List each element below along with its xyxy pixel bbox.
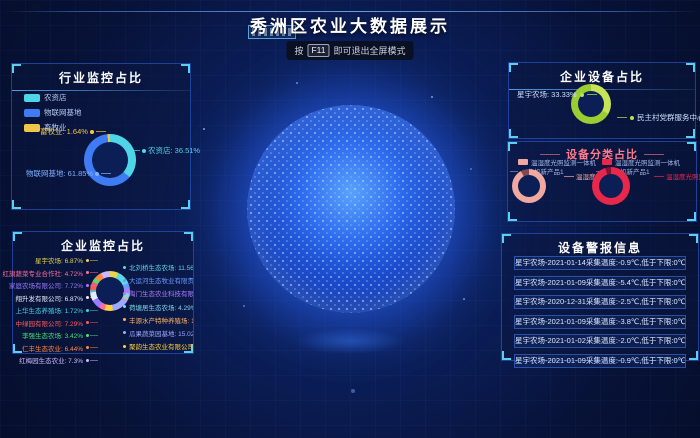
series-dot <box>123 266 126 269</box>
alarm-row: 星宇农场-2021-01-09采集温度:-0.9℃,低于下限:0℃ <box>514 354 686 368</box>
callout-dot <box>630 116 634 120</box>
legend-label: 物联网基地 <box>44 107 82 118</box>
title-underline <box>12 90 190 91</box>
device-right-donut-chart[interactable] <box>592 167 630 205</box>
title-side-line <box>540 154 560 155</box>
callout-line <box>564 176 574 177</box>
panel-device-alarms: 设备警报信息 星宇农场-2021-01-14采集温度:-0.9℃,低于下限:0℃… <box>501 233 699 361</box>
panel-industry-monitor: 行业监控占比 农资店 物联网基地 畜牧业 畜牧业: 1.64% <box>11 63 191 210</box>
callout-line <box>617 117 627 118</box>
callout-label: 星宇农场: 33.33% <box>517 89 577 100</box>
title-side-line <box>644 154 664 155</box>
globe-visual <box>247 105 455 313</box>
series-label: 翔升发有限公司: 6.87% <box>15 293 89 303</box>
tooltip-prefix: 按 <box>294 44 303 57</box>
series-dot <box>86 346 89 349</box>
panel-equipment-ratio: 企业设备占比 星宇农场: 33.33% 民主村党群服务中心: <box>508 62 696 139</box>
series-label: 荷塘居生态农场: 4.29% <box>123 302 193 312</box>
callout-dot <box>142 149 146 153</box>
background-stars <box>0 0 2 2</box>
legend-swatch <box>518 159 528 165</box>
panel-device-category: 设备分类占比 温湿度光照监测一体机 一体机新产品1 温湿度光照监测一 温湿度光照… <box>507 141 697 222</box>
device-left-donut-chart[interactable] <box>512 169 546 203</box>
callout-dot <box>90 130 94 134</box>
series-label: 陶门生态农业科技有限公 <box>123 288 193 298</box>
series-dot <box>86 296 89 299</box>
industry-panel-title: 行业监控占比 <box>12 64 190 86</box>
alarms-panel-title: 设备警报信息 <box>502 234 698 256</box>
series-dot <box>86 334 89 337</box>
legend-swatch <box>24 124 40 132</box>
series-dot <box>123 331 126 334</box>
legend-item-iot[interactable]: 物联网基地 <box>24 107 82 118</box>
series-label: 大运河生态牧业有限责任公 <box>123 275 193 285</box>
series-label: 李强生态农场: 3.42% <box>22 330 89 340</box>
callout-label: 民主村党群服务中心: <box>637 112 700 123</box>
series-dot <box>86 259 89 262</box>
legend-swatch <box>24 94 40 102</box>
legend-label: 农资店 <box>44 92 67 103</box>
series-label: 北刘桥生态农场: 11.56% <box>123 262 193 272</box>
enterprise-panel-title: 企业监控占比 <box>13 232 193 254</box>
callout-label: 温湿度光照监测一 <box>666 171 700 181</box>
enterprise-left-labels: 星宇农场: 6.87% 红旗蔬菜专业合作社: 4.72% 家庭农场有限公司: 7… <box>15 255 89 365</box>
callout-xingyu-farm: 星宇农场: 33.33% <box>517 89 597 100</box>
callout-livestock: 畜牧业: 1.64% <box>40 126 106 137</box>
legend-swatch <box>602 159 612 165</box>
callout-label: 物联网基地: 61.85% <box>26 168 93 179</box>
series-label: 聚韵生态农业有限公司: 6.87% <box>123 341 193 351</box>
dashboard-root: 秀洲区农业大数据展示 按 F11 即可退出全屏模式 行业监控占比 农资店 物联网… <box>0 0 700 438</box>
alarm-row: 星宇农场-2021-01-09采集温度:-5.4℃,低于下限:0℃ <box>514 276 686 290</box>
alarm-row: 星宇农场-2021-01-09采集温度:-3.8℃,低于下限:0℃ <box>514 315 686 329</box>
alarm-row: 星宇农场-2021-01-02采集温度:-2.0℃,低于下限:0℃ <box>514 334 686 348</box>
series-dot <box>86 284 89 287</box>
series-label: 丰源水产特种养殖场: 1. <box>123 315 193 325</box>
callout-line <box>96 131 106 132</box>
callout-line <box>654 176 664 177</box>
legend-item-store[interactable]: 农资店 <box>24 92 82 103</box>
series-dot <box>123 345 126 348</box>
series-label: 家庭农场有限公司: 7.72% <box>9 280 89 290</box>
equipment-panel-title: 企业设备占比 <box>509 63 695 85</box>
series-dot <box>86 359 89 362</box>
series-label: 上华生态养殖场: 1.72% <box>15 305 89 315</box>
legend-line <box>510 171 518 172</box>
callout-dot <box>580 93 584 97</box>
series-label: 红梅园生态农业: 7.3% <box>19 355 89 365</box>
callout-dot <box>95 172 99 176</box>
callout-service-center: 民主村党群服务中心: <box>617 112 700 123</box>
f11-keycap: F11 <box>307 44 329 57</box>
series-dot <box>86 321 89 324</box>
device-right-callout: 温湿度光照监测一 <box>654 171 700 181</box>
series-dot <box>123 305 126 308</box>
callout-line <box>587 94 597 95</box>
callout-store: 农资店: 36.51% <box>130 145 200 156</box>
enterprise-right-labels: 北刘桥生态农场: 11.56% 大运河生态牧业有限责任公 陶门生态农业科技有限公… <box>123 262 193 351</box>
legend-swatch <box>24 109 40 117</box>
fullscreen-tooltip: 按 F11 即可退出全屏模式 <box>286 41 413 60</box>
alarm-list: 星宇农场-2021-01-14采集温度:-0.9℃,低于下限:0℃ 星宇农场-2… <box>514 256 686 373</box>
tooltip-suffix: 即可退出全屏模式 <box>334 44 406 57</box>
callout-line <box>101 173 111 174</box>
alarm-row: 星宇农场-2020-12-31采集温度:-2.5℃,低于下限:0℃ <box>514 295 686 309</box>
callout-label: 农资店: 36.51% <box>148 145 200 156</box>
globe-dot-map <box>247 105 455 313</box>
series-label: 中绿园有限公司: 7.29% <box>15 318 89 328</box>
series-label: 星宇农场: 6.87% <box>35 255 89 265</box>
series-dot <box>123 279 126 282</box>
callout-iot: 物联网基地: 61.85% <box>26 168 111 179</box>
panel-enterprise-monitor: 企业监控占比 星宇农场: 6.87% 红旗蔬菜专业合作社: 4.72% 家庭农场… <box>12 231 194 354</box>
series-dot <box>86 309 89 312</box>
series-label: 瓜果蔬菜园基地: 15.02% <box>123 328 193 338</box>
alarm-row: 星宇农场-2021-01-14采集温度:-0.9℃,低于下限:0℃ <box>514 256 686 270</box>
series-dot <box>123 292 126 295</box>
series-dot <box>123 318 126 321</box>
series-label: 仁丰生态农业: 6.44% <box>22 343 89 353</box>
callout-label: 畜牧业: 1.64% <box>40 126 88 137</box>
series-label: 红旗蔬菜专业合作社: 4.72% <box>2 268 89 278</box>
page-title: 秀洲区农业大数据展示 <box>0 12 700 37</box>
callout-line <box>130 150 140 151</box>
globe-under-glow <box>295 328 405 354</box>
series-dot <box>86 271 89 274</box>
